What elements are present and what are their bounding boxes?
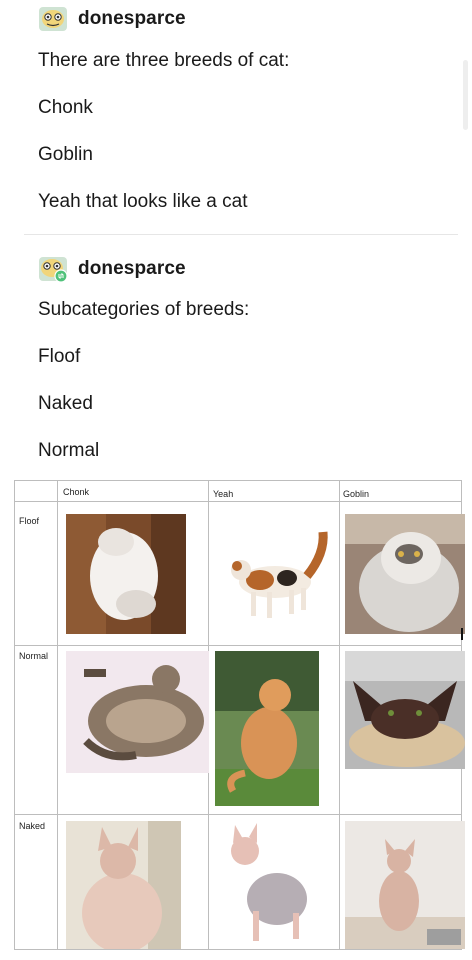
post-text-line: Goblin [38,144,93,165]
cat-photo-naked-yeah [215,821,325,949]
cat-photo-normal-goblin [345,651,465,769]
post-text-line: Normal [38,440,100,461]
post-text-line: Floof [38,346,81,367]
post-header: donesparce [38,6,186,32]
row-header-floof: Floof [19,516,40,526]
avatar-icon[interactable] [38,256,68,282]
cat-photo-floof-goblin [345,514,465,634]
username[interactable]: donesparce [78,8,186,30]
post-reblog: donesparce Subcategories of breeds: Floo… [0,240,472,472]
cat-photo-naked-chonk [66,821,181,949]
post-text-line: Naked [38,393,93,414]
post-divider [24,234,458,235]
column-header-yeah: Yeah [213,489,234,499]
row-header-naked: Naked [19,821,46,831]
post-header: donesparce [38,256,186,282]
cat-breed-grid: Chonk Yeah Goblin Floof Normal Naked [14,480,465,950]
cat-photo-naked-goblin [345,821,465,949]
edge-mark [461,628,463,640]
post-text-line: Chonk [38,97,93,118]
cat-photo-floof-chonk [66,514,186,634]
avatar-icon[interactable] [38,6,68,32]
row-header-normal: Normal [19,651,49,661]
username[interactable]: donesparce [78,258,186,280]
cat-photo-floof-yeah [215,514,335,634]
column-header-goblin: Goblin [343,489,370,499]
scrollbar[interactable] [463,60,468,130]
cat-photo-normal-chonk [66,651,209,773]
post-text-line: Yeah that looks like a cat [38,191,248,212]
post-text-line: Subcategories of breeds: [38,299,250,320]
post-original: donesparce There are three breeds of cat… [0,0,472,232]
column-header-chonk: Chonk [63,487,90,497]
post-text-line: There are three breeds of cat: [38,50,290,71]
cat-photo-normal-yeah [215,651,319,806]
